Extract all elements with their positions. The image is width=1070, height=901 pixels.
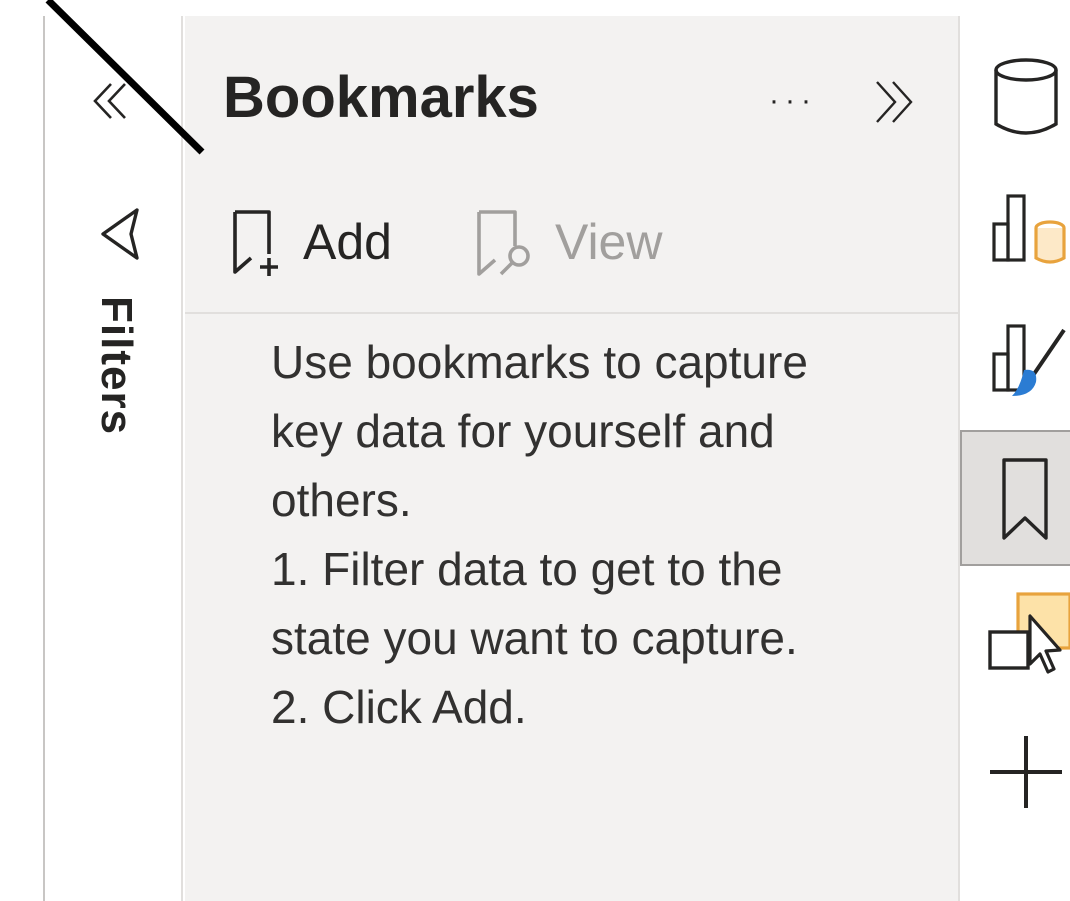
view-bookmarks-button[interactable]: View bbox=[473, 206, 662, 278]
filter-funnel-icon bbox=[101, 208, 139, 260]
double-chevron-left-icon[interactable] bbox=[87, 76, 137, 126]
help-line: Use bookmarks to capture bbox=[271, 336, 808, 388]
bookmarks-pane: Bookmarks ··· Add View Use bookmarks to … bbox=[185, 16, 958, 901]
selection-pane-icon[interactable] bbox=[978, 586, 1070, 678]
add-bookmark-button[interactable]: Add bbox=[229, 206, 392, 278]
view-bookmark-icon bbox=[477, 210, 530, 276]
filters-pane-border bbox=[181, 16, 183, 901]
filters-label[interactable]: Filters bbox=[91, 296, 141, 435]
add-bookmark-icon bbox=[233, 210, 278, 276]
add-icon[interactable] bbox=[978, 730, 1070, 822]
help-line: state you want to capture. bbox=[271, 612, 798, 664]
pane-title: Bookmarks bbox=[223, 65, 539, 130]
view-label: View bbox=[555, 214, 663, 270]
top-strip bbox=[0, 0, 1070, 16]
canvas-edge bbox=[0, 0, 44, 901]
help-line: 1. Filter data to get to the bbox=[271, 543, 783, 595]
help-line: key data for yourself and bbox=[271, 405, 775, 457]
data-cylinder-icon[interactable] bbox=[978, 52, 1070, 144]
toolbar-divider bbox=[185, 312, 958, 314]
more-options-button[interactable]: ··· bbox=[765, 64, 839, 124]
help-line: 2. Click Add. bbox=[271, 681, 527, 733]
bookmark-icon[interactable] bbox=[978, 452, 1070, 544]
bookmarks-help-text: Use bookmarks to capture key data for yo… bbox=[271, 328, 911, 742]
build-visual-icon[interactable] bbox=[978, 182, 1070, 274]
double-chevron-right-icon[interactable] bbox=[867, 74, 923, 130]
format-paintbrush-icon[interactable] bbox=[978, 312, 1070, 404]
help-line: others. bbox=[271, 474, 412, 526]
add-label: Add bbox=[303, 214, 392, 270]
filters-pane-collapsed[interactable]: Filters bbox=[45, 16, 183, 901]
more-options-icon: ··· bbox=[769, 84, 817, 117]
pane-switcher-rail bbox=[960, 16, 1070, 901]
